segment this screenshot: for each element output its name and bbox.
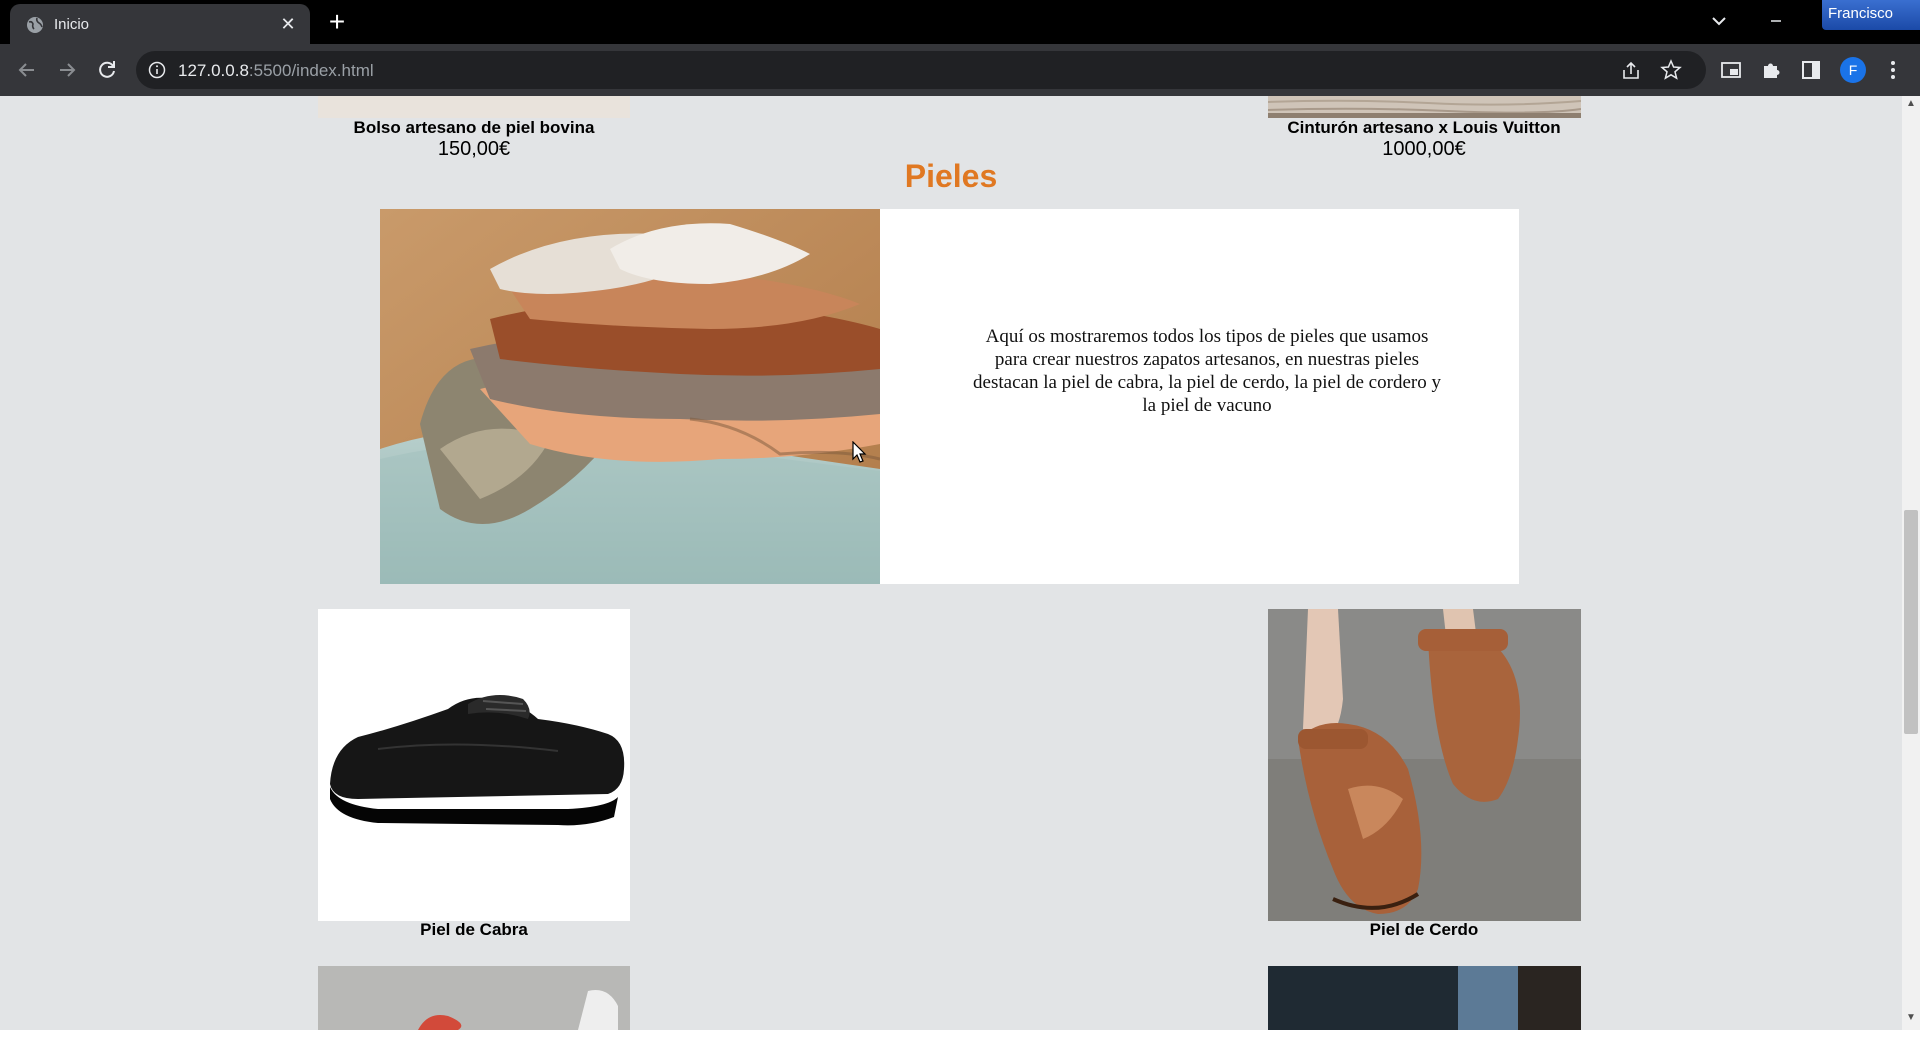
- close-tab-icon[interactable]: ✕: [278, 14, 298, 34]
- next-product-photo: [1268, 966, 1581, 1030]
- wood-texture: [1268, 96, 1581, 118]
- cinturon-image[interactable]: [1268, 96, 1581, 118]
- tab-strip: Inicio ✕ + Francisco: [0, 0, 1920, 44]
- chevron-down-icon[interactable]: [1706, 8, 1732, 34]
- leather-swatches-image: [380, 209, 880, 584]
- forward-icon[interactable]: [54, 57, 80, 83]
- extensions-icon[interactable]: [1758, 57, 1784, 83]
- leather-type-name[interactable]: Piel de Cerdo: [1234, 920, 1614, 940]
- minimize-icon[interactable]: [1760, 8, 1792, 34]
- picture-in-picture-icon[interactable]: [1718, 57, 1744, 83]
- reload-icon[interactable]: [94, 57, 120, 83]
- leather-type-name[interactable]: Piel de Cabra: [284, 920, 664, 940]
- cerdo-shoe-image[interactable]: [1268, 609, 1581, 921]
- scroll-up-arrow-icon[interactable]: ▲: [1902, 98, 1920, 114]
- scroll-thumb[interactable]: [1904, 510, 1918, 734]
- page-scrollbar[interactable]: ▲ ▼: [1902, 96, 1920, 1030]
- tab-title: Inicio: [54, 16, 90, 33]
- page-viewport: Bolso artesano de piel bovina 150,00€ Ci…: [0, 96, 1902, 1030]
- browser-toolbar: 127.0.0.8:5500/index.html F: [0, 44, 1920, 96]
- bolso-image[interactable]: [318, 96, 630, 118]
- side-panel-icon[interactable]: [1798, 57, 1824, 83]
- brown-shoes-photo: [1268, 609, 1581, 921]
- product-name[interactable]: Bolso artesano de piel bovina: [284, 118, 664, 138]
- black-shoe-image: [330, 695, 625, 826]
- share-icon[interactable]: [1620, 60, 1642, 82]
- bottom-strip: [0, 1030, 1920, 1060]
- bookmark-star-icon[interactable]: [1660, 59, 1682, 81]
- pieles-description: Aquí os mostraremos todos los tipos de p…: [973, 326, 1441, 416]
- cordero-shoe-image[interactable]: [318, 966, 630, 1030]
- vacuno-shoe-image[interactable]: [1268, 966, 1581, 1030]
- section-title-pieles: Pieles: [904, 158, 998, 194]
- browser-tab[interactable]: Inicio ✕: [10, 4, 310, 44]
- profile-chip[interactable]: Francisco: [1822, 0, 1920, 30]
- new-tab-button[interactable]: +: [322, 8, 352, 38]
- mouse-cursor-icon: [852, 441, 867, 463]
- url-text: 127.0.0.8:5500/index.html: [178, 61, 374, 81]
- next-product-photo: [318, 966, 630, 1030]
- url-path: :5500/index.html: [248, 61, 374, 80]
- address-bar[interactable]: 127.0.0.8:5500/index.html: [136, 51, 1706, 89]
- profile-avatar[interactable]: F: [1840, 57, 1866, 83]
- site-info-icon[interactable]: [148, 61, 166, 79]
- menu-dots-icon[interactable]: [1880, 57, 1906, 83]
- product-name[interactable]: Cinturón artesano x Louis Vuitton: [1234, 118, 1614, 138]
- globe-icon: [27, 17, 43, 33]
- scroll-down-arrow-icon[interactable]: ▼: [1902, 1012, 1920, 1028]
- back-icon[interactable]: [14, 57, 40, 83]
- url-host: 127.0.0.8: [178, 61, 249, 80]
- cabra-shoe-image[interactable]: [318, 609, 630, 921]
- pieles-banner: Aquí os mostraremos todos los tipos de p…: [380, 209, 1519, 584]
